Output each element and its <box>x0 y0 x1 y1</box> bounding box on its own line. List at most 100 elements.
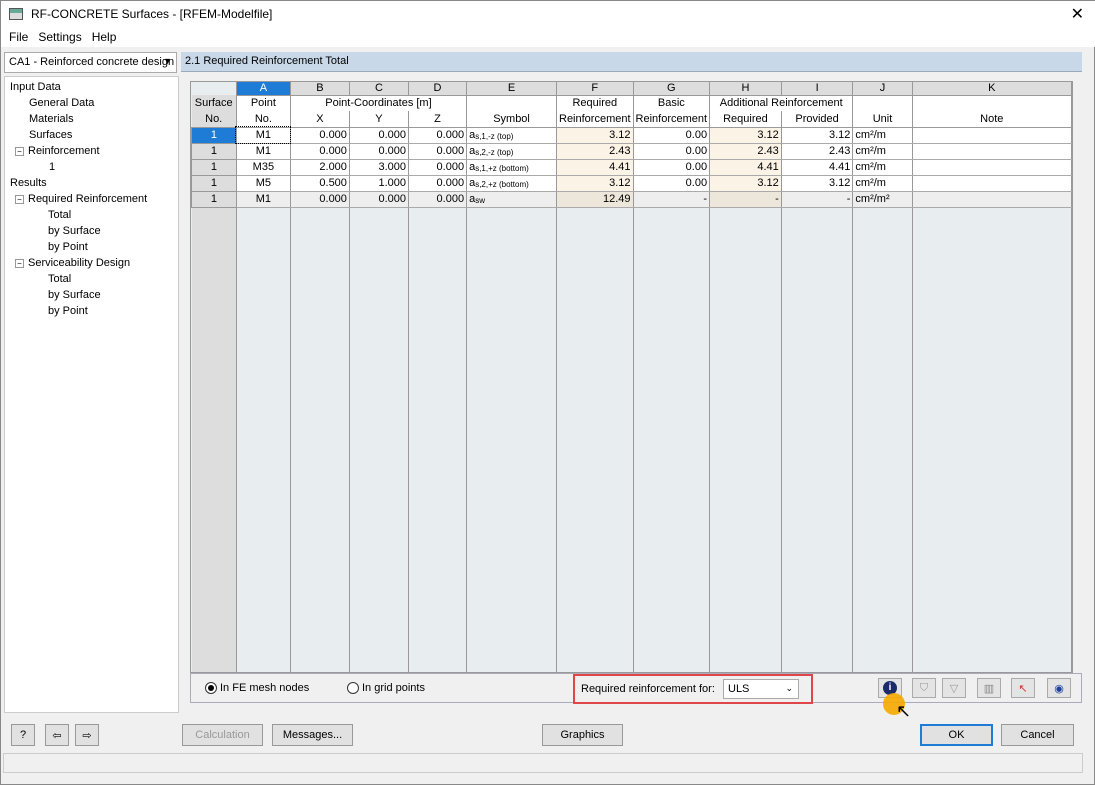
cell-symbol[interactable]: as,2,+z (bottom) <box>467 175 557 191</box>
ok-button[interactable]: OK <box>920 724 993 746</box>
cell-add-required[interactable]: 4.41 <box>710 159 782 175</box>
table-row[interactable]: 1M10.0000.0000.000as,2,-z (top)2.430.002… <box>192 143 1072 159</box>
cell-note[interactable] <box>912 159 1071 175</box>
tree-rr-by-point[interactable]: by Point <box>5 239 178 255</box>
col-letter[interactable]: A <box>236 82 290 95</box>
cell-surface[interactable]: 1 <box>192 143 237 159</box>
tree-sd-by-surface[interactable]: by Surface <box>5 287 178 303</box>
cell-x[interactable]: 0.000 <box>290 191 349 207</box>
tree-serviceability[interactable]: −Serviceability Design <box>5 255 178 271</box>
cell-x[interactable]: 0.000 <box>290 143 349 159</box>
cancel-button[interactable]: Cancel <box>1001 724 1074 746</box>
tree-general-data[interactable]: General Data <box>5 95 178 111</box>
cell-add-provided[interactable]: 2.43 <box>781 143 853 159</box>
cell-required[interactable]: 4.41 <box>557 159 634 175</box>
filter-button[interactable]: ▽ <box>942 678 966 698</box>
graphics-button[interactable]: Graphics <box>542 724 623 746</box>
cell-point[interactable]: M1 <box>236 191 290 207</box>
menu-settings[interactable]: Settings <box>38 30 81 44</box>
table-row[interactable]: 1M10.0000.0000.000asw12.49---cm²/m² <box>192 191 1072 207</box>
cell-unit[interactable]: cm²/m <box>853 143 912 159</box>
export-button[interactable]: ⇨ <box>75 724 99 746</box>
cell-unit[interactable]: cm²/m² <box>853 191 912 207</box>
cell-note[interactable] <box>912 191 1071 207</box>
cell-note[interactable] <box>912 127 1071 143</box>
col-letter[interactable]: B <box>290 82 349 95</box>
help-button[interactable]: ? <box>11 724 35 746</box>
table-row[interactable]: 1M10.0000.0000.000as,1,-z (top)3.120.003… <box>192 127 1072 143</box>
results-table[interactable]: A B C D E F G H I J K Surface Point Poin… <box>190 81 1073 673</box>
cell-required[interactable]: 12.49 <box>557 191 634 207</box>
cell-z[interactable]: 0.000 <box>408 143 466 159</box>
case-select[interactable]: CA1 - Reinforced concrete design▼ <box>4 52 177 73</box>
col-letter[interactable]: G <box>633 82 710 95</box>
select-pointer-button[interactable]: ↖ <box>1011 678 1035 698</box>
cell-basic[interactable]: 0.00 <box>633 175 710 191</box>
cell-x[interactable]: 2.000 <box>290 159 349 175</box>
cell-symbol[interactable]: as,1,+z (bottom) <box>467 159 557 175</box>
cell-add-required[interactable]: - <box>710 191 782 207</box>
col-letter[interactable]: C <box>349 82 408 95</box>
col-letter[interactable]: D <box>408 82 466 95</box>
cell-required[interactable]: 3.12 <box>557 127 634 143</box>
cell-y[interactable]: 0.000 <box>349 127 408 143</box>
col-letter[interactable]: E <box>467 82 557 95</box>
col-letter[interactable]: H <box>710 82 782 95</box>
menu-file[interactable]: File <box>9 30 28 44</box>
calculation-button[interactable]: Calculation <box>182 724 263 746</box>
cell-unit[interactable]: cm²/m <box>853 159 912 175</box>
tree-sd-by-point[interactable]: by Point <box>5 303 178 319</box>
cell-x[interactable]: 0.000 <box>290 127 349 143</box>
cell-z[interactable]: 0.000 <box>408 159 466 175</box>
cell-add-provided[interactable]: 3.12 <box>781 127 853 143</box>
cell-surface[interactable]: 1 <box>192 175 237 191</box>
close-icon[interactable]: ✕ <box>1071 4 1084 24</box>
cell-x[interactable]: 0.500 <box>290 175 349 191</box>
tree-reinforcement-1[interactable]: 1 <box>5 159 178 175</box>
cell-surface[interactable]: 1 <box>192 191 237 207</box>
cell-point[interactable]: M5 <box>236 175 290 191</box>
col-letter[interactable]: I <box>781 82 853 95</box>
tree-input-data[interactable]: Input Data <box>5 79 178 95</box>
cell-z[interactable]: 0.000 <box>408 127 466 143</box>
cell-symbol[interactable]: as,1,-z (top) <box>467 127 557 143</box>
cell-surface[interactable]: 1 <box>192 127 237 143</box>
cell-z[interactable]: 0.000 <box>408 191 466 207</box>
table-row[interactable]: 1M50.5001.0000.000as,2,+z (bottom)3.120.… <box>192 175 1072 191</box>
cell-add-required[interactable]: 2.43 <box>710 143 782 159</box>
cell-note[interactable] <box>912 175 1071 191</box>
cell-y[interactable]: 0.000 <box>349 191 408 207</box>
required-for-select[interactable]: ULS⌄ <box>723 679 799 699</box>
tree-required-reinforcement[interactable]: −Required Reinforcement <box>5 191 178 207</box>
collapse-icon[interactable]: − <box>15 147 24 156</box>
menu-help[interactable]: Help <box>92 30 117 44</box>
cell-unit[interactable]: cm²/m <box>853 127 912 143</box>
tree-results[interactable]: Results <box>5 175 178 191</box>
table-row[interactable]: 1M352.0003.0000.000as,1,+z (bottom)4.410… <box>192 159 1072 175</box>
cell-surface[interactable]: 1 <box>192 159 237 175</box>
cell-point[interactable]: M35 <box>236 159 290 175</box>
cell-symbol[interactable]: asw <box>467 191 557 207</box>
tree-reinforcement[interactable]: −Reinforcement <box>5 143 178 159</box>
radio-grid-points[interactable]: In grid points <box>347 682 425 694</box>
tree-rr-by-surface[interactable]: by Surface <box>5 223 178 239</box>
cell-basic[interactable]: 0.00 <box>633 127 710 143</box>
tree-rr-total[interactable]: Total <box>5 207 178 223</box>
cell-add-provided[interactable]: - <box>781 191 853 207</box>
cell-point[interactable]: M1 <box>236 143 290 159</box>
view-button[interactable]: ◉ <box>1047 678 1071 698</box>
columns-button[interactable]: ▥ <box>977 678 1001 698</box>
cell-add-required[interactable]: 3.12 <box>710 127 782 143</box>
cell-basic[interactable]: 0.00 <box>633 143 710 159</box>
cell-required[interactable]: 3.12 <box>557 175 634 191</box>
col-letter[interactable]: K <box>912 82 1071 95</box>
cell-symbol[interactable]: as,2,-z (top) <box>467 143 557 159</box>
cell-add-provided[interactable]: 4.41 <box>781 159 853 175</box>
tree-materials[interactable]: Materials <box>5 111 178 127</box>
cell-required[interactable]: 2.43 <box>557 143 634 159</box>
cell-y[interactable]: 3.000 <box>349 159 408 175</box>
cell-unit[interactable]: cm²/m <box>853 175 912 191</box>
collapse-icon[interactable]: − <box>15 195 24 204</box>
filter-flag-button[interactable]: ⛉ <box>912 678 936 698</box>
cell-basic[interactable]: 0.00 <box>633 159 710 175</box>
